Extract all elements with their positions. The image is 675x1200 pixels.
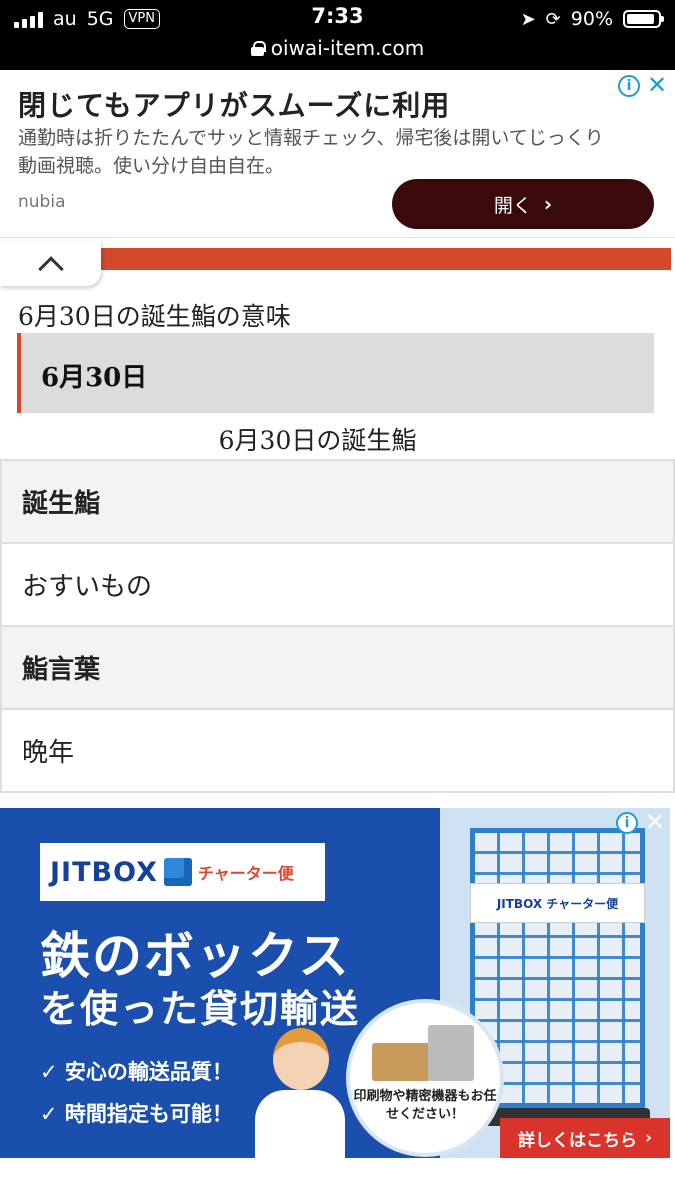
- cube-icon: [163, 858, 192, 886]
- person-body: [255, 1090, 345, 1158]
- section-heading: 6月30日の誕生鮨の意味: [18, 302, 291, 331]
- bottom-ad-banner[interactable]: JITBOX チャーター便 鉄のボックス を使った貸切輸送 ✓ 安心の輸送品質！…: [0, 808, 670, 1158]
- date-heading-box: 6月30日: [17, 333, 654, 413]
- cta-label: 詳しくはこちら: [517, 1130, 637, 1151]
- cage-label: JITBOX チャーター便: [470, 883, 645, 923]
- person-head: [273, 1028, 329, 1090]
- battery-fill: [627, 14, 654, 24]
- url-text: oiwai-item.com: [270, 36, 425, 60]
- printer-image: [428, 1025, 474, 1081]
- collapse-ad-button[interactable]: [0, 241, 101, 286]
- person-illustration: [255, 1028, 345, 1158]
- battery-percent: 90%: [570, 8, 613, 30]
- logo-subtext: チャーター便: [197, 864, 294, 883]
- info-icon[interactable]: i: [616, 812, 638, 834]
- chevron-up-icon: [37, 255, 64, 282]
- table-value-cell: 晩年: [0, 710, 675, 793]
- lock-icon: [250, 40, 266, 56]
- table-caption: 6月30日の誕生鮨: [218, 426, 417, 455]
- chevron-right-icon: ›: [644, 1128, 652, 1148]
- status-bar: au 5G VPN 7:33 ➤ ⟳ 90% oiwai-item.com: [0, 0, 675, 70]
- ad-title: 閉じてもアプリがスムーズに利用: [18, 89, 451, 122]
- section-accent-bar: [100, 248, 671, 270]
- ad-choices[interactable]: i ✕: [616, 810, 666, 834]
- ad-bullet: ✓ 時間指定も可能！: [40, 1102, 233, 1126]
- ad-headline-2: を使った貸切輸送: [40, 987, 361, 1031]
- open-button-label: 開く: [493, 194, 532, 217]
- orientation-lock-icon: ⟳: [545, 8, 561, 30]
- address-bar[interactable]: oiwai-item.com: [0, 36, 675, 60]
- table-header-cell: 鮨言葉: [0, 627, 675, 710]
- chevron-right-icon: ›: [543, 192, 553, 216]
- speech-bubble: 印刷物や精密機器もお任せください！: [350, 1003, 500, 1153]
- ad-brand: nubia: [18, 192, 66, 212]
- ad-cta-button[interactable]: 詳しくはこちら ›: [500, 1118, 670, 1158]
- close-icon[interactable]: ✕: [646, 73, 668, 97]
- ad-open-button[interactable]: 開く ›: [392, 179, 654, 229]
- table-header-cell: 誕生鮨: [0, 461, 675, 544]
- battery-icon: [623, 10, 664, 28]
- cardboard-boxes-image: [372, 1043, 430, 1081]
- logo-text: JITBOX: [50, 856, 158, 888]
- table-value-cell: おすいもの: [0, 544, 675, 627]
- ad-description: 通勤時は折りたたんでサッと情報チェック、帰宅後は開いてじっくり動画視聴。使い分け…: [18, 127, 604, 177]
- location-arrow-icon: ➤: [520, 8, 536, 30]
- close-icon[interactable]: ✕: [644, 810, 666, 834]
- ad-bullet: ✓ 安心の輸送品質！: [40, 1060, 233, 1084]
- info-icon[interactable]: i: [618, 75, 640, 97]
- date-heading: 6月30日: [41, 363, 148, 393]
- jitbox-logo: JITBOX チャーター便: [40, 843, 325, 901]
- ad-choices[interactable]: i ✕: [618, 73, 668, 97]
- status-right: ➤ ⟳ 90%: [520, 6, 664, 32]
- bubble-note: 印刷物や精密機器もお任せください！: [353, 1089, 497, 1122]
- top-ad-banner[interactable]: 閉じてもアプリがスムーズに利用 通勤時は折りたたんでサッと情報チェック、帰宅後は…: [0, 70, 675, 238]
- info-table: 誕生鮨 おすいもの 鮨言葉 晩年: [0, 459, 675, 793]
